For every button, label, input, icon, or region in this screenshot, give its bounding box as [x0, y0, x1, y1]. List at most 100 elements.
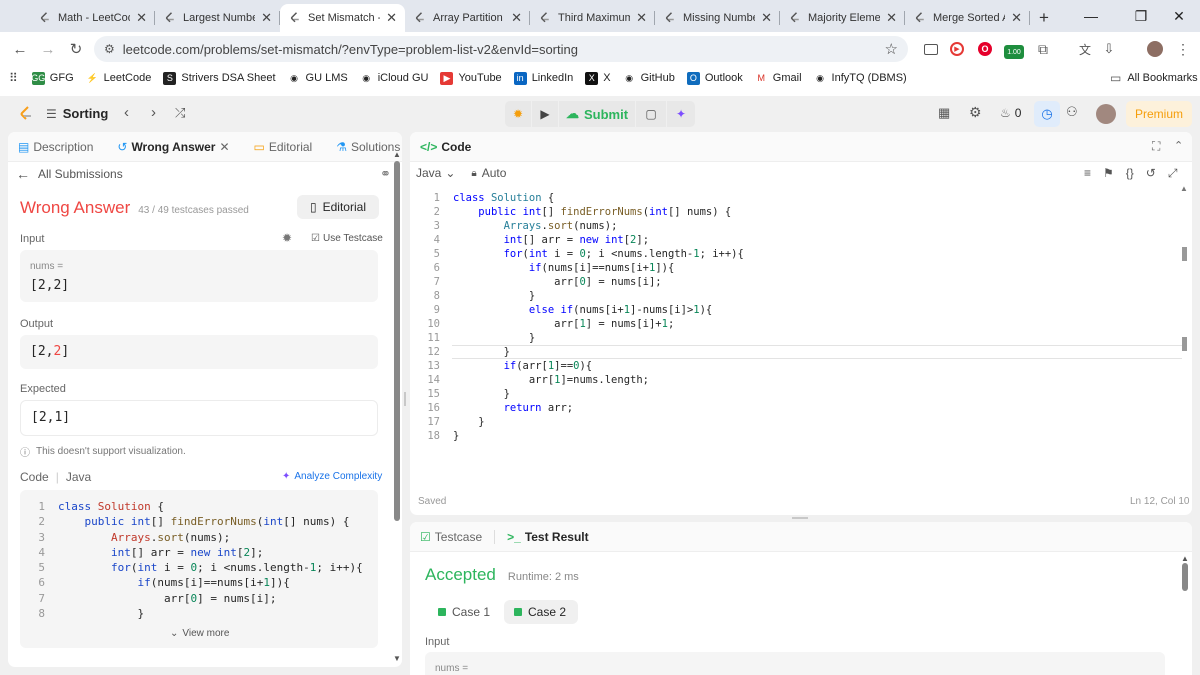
braces-icon[interactable]: {} [1126, 166, 1134, 181]
forward-button[interactable]: → [34, 41, 62, 58]
browser-tab[interactable]: Array Partition - I ✕ [405, 4, 530, 32]
maximize-icon[interactable]: ⛶ [1152, 139, 1160, 154]
timer-button[interactable]: ◷ [1034, 101, 1060, 127]
close-tab-icon[interactable]: ✕ [1011, 10, 1022, 26]
youtube-extension-icon[interactable]: ▶ [948, 40, 966, 58]
bookmark-icon[interactable]: ⚑ [1103, 166, 1114, 181]
omnibox[interactable]: ⚙ leetcode.com/problems/set-mismatch/?en… [94, 36, 908, 62]
all-bookmarks[interactable]: ▭ All Bookmarks [1110, 71, 1198, 85]
bookmark-leetcode[interactable]: ⚡ LeetCode [86, 72, 152, 85]
tab-description[interactable]: ▤ Description [18, 140, 93, 154]
reset-icon[interactable]: ↺ [1146, 166, 1156, 181]
close-tab-icon[interactable]: ✕ [386, 10, 397, 26]
left-scroll-down-icon[interactable]: ▼ [393, 654, 401, 663]
tab-editorial[interactable]: ▭ Editorial [254, 140, 313, 154]
run-button[interactable]: ▶ [532, 101, 558, 127]
speed-extension-icon[interactable]: 1.00 [1003, 40, 1025, 59]
back-button[interactable]: ← [6, 41, 34, 58]
format-icon[interactable]: ≡ [1084, 166, 1091, 181]
submit-button[interactable]: ☁ Submit [559, 101, 635, 127]
analyze-complexity-button[interactable]: ✦ Analyze Complexity [282, 471, 382, 482]
url-text[interactable]: leetcode.com/problems/set-mismatch/?envT… [123, 42, 578, 57]
debug-button[interactable]: ✹ [505, 101, 531, 127]
language-select[interactable]: Java ⌄ [416, 166, 455, 180]
bookmark-gmail[interactable]: M Gmail [755, 72, 802, 85]
problem-list-button[interactable]: ☰ Sorting [46, 106, 108, 121]
view-more-button[interactable]: ⌄ View more [170, 628, 229, 639]
browser-tab[interactable]: Missing Number ✕ [655, 4, 780, 32]
bookmark-youtube[interactable]: ▶ YouTube [440, 71, 502, 85]
left-scroll-thumb[interactable] [394, 161, 400, 521]
downloads-icon[interactable]: ⇩ [1100, 40, 1118, 58]
vertical-resize-handle[interactable] [404, 392, 406, 406]
auto-toggle[interactable]: 🔒︎ Auto [471, 166, 506, 180]
bookmark-linkedin[interactable]: in LinkedIn [513, 71, 573, 85]
browser-tab[interactable]: Math - LeetCode ✕ [30, 4, 155, 32]
leetcode-logo[interactable] [18, 106, 34, 122]
browser-menu-icon[interactable]: ⋮ [1174, 40, 1192, 58]
user-avatar[interactable] [1096, 104, 1116, 124]
browser-tab[interactable]: Set Mismatch - L ✕ [280, 4, 405, 32]
browser-tab[interactable]: Majority Element ✕ [780, 4, 905, 32]
close-tab-icon[interactable]: ✕ [511, 10, 522, 26]
premium-button[interactable]: Premium [1126, 101, 1192, 127]
prev-problem-icon[interactable]: ‹ [124, 104, 129, 121]
bookmark-github[interactable]: ◉ GitHub [623, 72, 675, 85]
notes-button[interactable]: ▢ [636, 101, 666, 127]
tab-code[interactable]: </> Code [420, 140, 471, 154]
reload-button[interactable]: ↻ [62, 40, 90, 58]
ai-assist-button[interactable]: ✦ [667, 101, 695, 127]
new-tab-button[interactable]: + [1030, 4, 1058, 32]
link-icon[interactable]: ⚭ [380, 166, 391, 182]
horizontal-resize-handle[interactable] [792, 517, 808, 519]
profile-avatar[interactable] [1146, 40, 1164, 58]
close-tab-icon[interactable]: ✕ [261, 10, 272, 26]
use-testcase-button[interactable]: ☑ Use Testcase [311, 233, 383, 244]
bookmark-gu-lms[interactable]: ◉ GU LMS [288, 72, 348, 85]
collapse-icon[interactable]: ⌃ [1174, 139, 1183, 152]
debug-bug-icon[interactable]: ✹ [282, 231, 292, 245]
site-info-icon[interactable]: ⚙ [104, 42, 115, 56]
result-scrollbar[interactable]: ▲ [1181, 554, 1189, 672]
browser-tab[interactable]: Largest Number ✕ [155, 4, 280, 32]
close-window-button[interactable]: ✕ [1156, 0, 1200, 32]
browser-tab[interactable]: Third Maximum ✕ [530, 4, 655, 32]
all-submissions-link[interactable]: ← All Submissions [16, 166, 123, 182]
close-tab-icon[interactable]: ✕ [636, 10, 647, 26]
left-scrollbar[interactable]: ▲ [393, 150, 401, 660]
result-scroll-thumb[interactable] [1182, 563, 1188, 591]
bookmark-strivers[interactable]: S Strivers DSA Sheet [163, 71, 276, 85]
case-2-button[interactable]: Case 2 [504, 600, 579, 624]
add-friend-icon[interactable]: ⚇ [1066, 104, 1078, 120]
translate-icon[interactable]: 文 [1076, 40, 1094, 58]
close-tab-icon[interactable]: ✕ [219, 140, 229, 154]
tab-solutions[interactable]: ⚗ Solutions [336, 140, 400, 154]
bookmark-star-icon[interactable]: ☆ [885, 40, 898, 58]
cast-extension-icon[interactable] [922, 40, 940, 58]
bookmark-icloud[interactable]: ◉ iCloud GU [360, 72, 428, 85]
next-problem-icon[interactable]: › [151, 104, 156, 121]
code-editor[interactable]: 1 class Solution {2 public int[] findErro… [410, 191, 744, 443]
expand-icon[interactable]: ⤢ [1168, 166, 1178, 181]
minimize-button[interactable]: — [1068, 0, 1114, 32]
case-1-button[interactable]: Case 1 [430, 600, 498, 624]
shuffle-icon[interactable]: ⤮ [175, 105, 185, 121]
streak-counter[interactable]: ♨ 0 [1000, 106, 1021, 120]
bookmark-x[interactable]: XX [585, 71, 611, 85]
opera-extension-icon[interactable]: O [976, 40, 994, 58]
tab-testcase[interactable]: ☑ Testcase [420, 530, 482, 544]
close-tab-icon[interactable]: ✕ [886, 10, 897, 26]
browser-tab[interactable]: Merge Sorted Ar ✕ [905, 4, 1030, 32]
extensions-puzzle-icon[interactable]: ⧉ [1034, 40, 1052, 58]
bookmark-infytq[interactable]: ◉ InfyTQ (DBMS) [814, 72, 907, 85]
apps-grid-icon[interactable]: ⠿ [9, 71, 18, 85]
tab-wrong-answer[interactable]: ↺ Wrong Answer ✕ [117, 140, 229, 154]
settings-gear-icon[interactable]: ⚙ [969, 104, 982, 121]
tab-test-result[interactable]: >_ Test Result [507, 530, 588, 544]
close-tab-icon[interactable]: ✕ [136, 10, 147, 26]
close-tab-icon[interactable]: ✕ [761, 10, 772, 26]
editorial-button[interactable]: ▯ Editorial [297, 195, 379, 219]
bookmark-outlook[interactable]: O Outlook [686, 71, 743, 85]
layout-grid-icon[interactable]: ▦ [938, 105, 950, 121]
bookmark-gfg[interactable]: GG GFG [31, 71, 74, 85]
